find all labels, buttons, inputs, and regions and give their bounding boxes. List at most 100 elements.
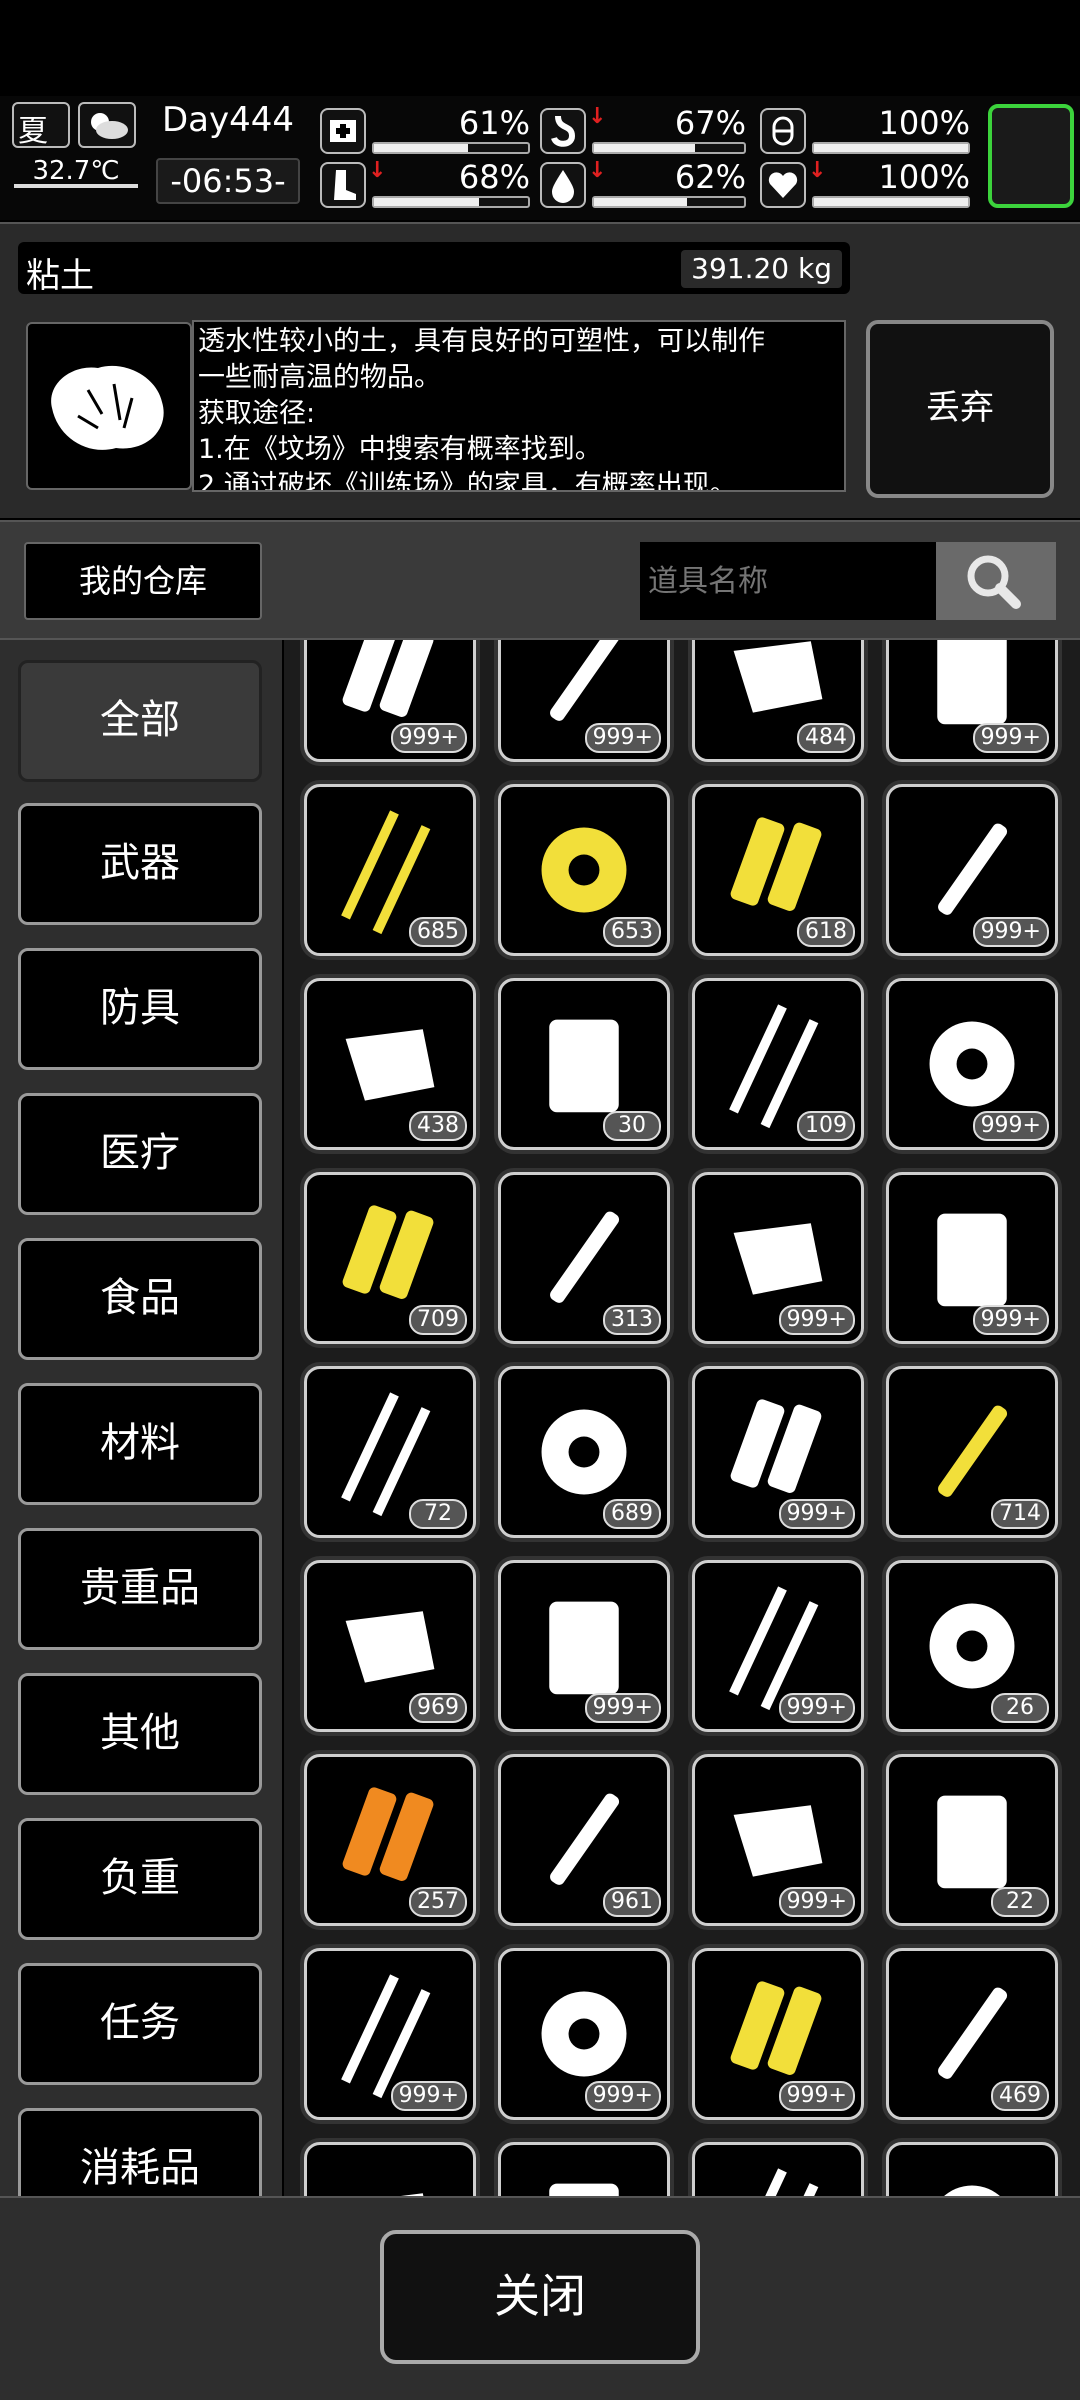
category-quests[interactable]: 任务 bbox=[18, 1963, 262, 2085]
category-carry[interactable]: 负重 bbox=[18, 1818, 262, 1940]
item-name: 粘土 bbox=[26, 256, 94, 296]
stat-stomach-fill bbox=[594, 144, 695, 152]
inventory-slot[interactable]: 999+ bbox=[304, 640, 476, 762]
inventory-slot[interactable]: 484 bbox=[692, 640, 864, 762]
category-weapons[interactable]: 武器 bbox=[18, 803, 262, 925]
decrease-arrow-icon: ↓ bbox=[368, 158, 387, 183]
inventory-slot[interactable]: 709 bbox=[304, 1172, 476, 1344]
item-count-badge: 999+ bbox=[584, 2081, 661, 2111]
inventory-slot[interactable]: 685 bbox=[304, 784, 476, 956]
category-other[interactable]: 其他 bbox=[18, 1673, 262, 1795]
inventory-slot[interactable]: 689 bbox=[498, 1366, 670, 1538]
item-count-badge: 969 bbox=[409, 1693, 467, 1723]
equipped-slot[interactable] bbox=[988, 104, 1074, 208]
inventory-slot[interactable]: 714 bbox=[886, 1366, 1058, 1538]
item-count-badge: 999+ bbox=[778, 1499, 855, 1529]
inventory-slot[interactable]: 999+ bbox=[886, 1172, 1058, 1344]
category-all[interactable]: 全部 bbox=[18, 660, 262, 782]
my-warehouse-button[interactable]: 我的仓库 bbox=[24, 542, 262, 620]
status-hud: 夏 32.7℃ Day444 -06:53- 61% ↓ 67% 100% ↓ … bbox=[0, 96, 1080, 220]
inventory-slot[interactable]: 999+ bbox=[886, 640, 1058, 762]
category-food[interactable]: 食品 bbox=[18, 1238, 262, 1360]
stat-sleep: 100% bbox=[760, 104, 974, 154]
inventory-slot[interactable]: 969 bbox=[304, 1560, 476, 1732]
stomach-icon bbox=[540, 108, 586, 154]
stat-thirst: ↓ 62% bbox=[540, 158, 750, 208]
weather-icon bbox=[78, 102, 136, 148]
close-button[interactable]: 关闭 bbox=[380, 2230, 700, 2364]
inventory-slot[interactable]: 999+ bbox=[692, 1948, 864, 2120]
item-grid[interactable]: 999+ 999+ 484 999+ 685 653 618 999+ 438 30 109 999+… bbox=[284, 640, 1080, 2196]
item-count-badge: 999+ bbox=[584, 1693, 661, 1723]
inventory-slot[interactable]: 72 bbox=[304, 1366, 476, 1538]
category-medical[interactable]: 医疗 bbox=[18, 1093, 262, 1215]
item-count-badge: 999+ bbox=[778, 1887, 855, 1917]
search-button[interactable] bbox=[936, 542, 1056, 620]
item-count-badge: 999+ bbox=[390, 723, 467, 753]
stat-medkit: 61% bbox=[320, 104, 534, 154]
inventory-slot[interactable]: 999+ bbox=[886, 784, 1058, 956]
inventory-slot[interactable]: 999+ bbox=[498, 640, 670, 762]
inventory-slot[interactable]: 30 bbox=[498, 978, 670, 1150]
inventory-slot[interactable]: 22 bbox=[886, 1754, 1058, 1926]
inventory-slot[interactable]: 618 bbox=[692, 784, 864, 956]
item-count-badge: 313 bbox=[603, 1305, 661, 1335]
category-sidebar[interactable]: 全部 武器 防具 医疗 食品 材料 贵重品 其他 负重 任务 消耗品 bbox=[0, 640, 282, 2196]
inventory-slot[interactable] bbox=[692, 2142, 864, 2196]
item-count-badge: 961 bbox=[603, 1887, 661, 1917]
inventory-slot[interactable]: 313 bbox=[498, 1172, 670, 1344]
item-description: 透水性较小的土，具有良好的可塑性，可以制作 一些耐高温的物品。 获取途径: 1.… bbox=[192, 320, 846, 492]
stat-medkit-fill bbox=[374, 144, 468, 152]
category-armor[interactable]: 防具 bbox=[18, 948, 262, 1070]
stat-thirst-fill bbox=[594, 198, 687, 206]
item-count-badge: 999+ bbox=[584, 723, 661, 753]
item-detail-panel: 粘土 391.20 kg 透水性较小的土，具有良好的可塑性，可以制作 一些耐高温… bbox=[0, 222, 1080, 518]
item-count-badge: 438 bbox=[409, 1111, 467, 1141]
discard-button[interactable]: 丢弃 bbox=[866, 320, 1054, 498]
boot-icon bbox=[320, 162, 366, 208]
stat-stamina: ↓ 68% bbox=[320, 158, 534, 208]
item-count-badge: 999+ bbox=[390, 2081, 467, 2111]
inventory-slot[interactable]: 653 bbox=[498, 784, 670, 956]
inventory-slot[interactable] bbox=[304, 2142, 476, 2196]
category-consumables[interactable]: 消耗品 bbox=[18, 2108, 262, 2196]
inventory-slot[interactable]: 438 bbox=[304, 978, 476, 1150]
search-icon bbox=[967, 555, 1021, 609]
category-materials[interactable]: 材料 bbox=[18, 1383, 262, 1505]
stat-stamina-fill bbox=[374, 198, 479, 206]
inventory-slot[interactable]: 999+ bbox=[886, 978, 1058, 1150]
stat-stomach: ↓ 67% bbox=[540, 104, 750, 154]
inventory-slot[interactable]: 999+ bbox=[692, 1560, 864, 1732]
inventory-slot[interactable] bbox=[498, 2142, 670, 2196]
heart-icon bbox=[760, 162, 806, 208]
decrease-arrow-icon: ↓ bbox=[588, 158, 607, 183]
inventory-slot[interactable]: 257 bbox=[304, 1754, 476, 1926]
inventory-slot[interactable]: 999+ bbox=[692, 1754, 864, 1926]
stat-sleep-fill bbox=[814, 144, 968, 152]
game-clock: -06:53- bbox=[156, 158, 300, 204]
pill-icon bbox=[760, 108, 806, 154]
inventory-slot[interactable]: 961 bbox=[498, 1754, 670, 1926]
inventory-slot[interactable]: 999+ bbox=[498, 1948, 670, 2120]
season-badge: 夏 bbox=[12, 102, 70, 149]
category-valuables[interactable]: 贵重品 bbox=[18, 1528, 262, 1650]
item-search-input[interactable] bbox=[640, 542, 936, 620]
inventory-slot[interactable]: 999+ bbox=[692, 1366, 864, 1538]
item-count-badge: 109 bbox=[797, 1111, 855, 1141]
item-count-badge: 257 bbox=[409, 1887, 467, 1917]
item-count-badge: 999+ bbox=[972, 917, 1049, 947]
item-count-badge: 999+ bbox=[778, 1305, 855, 1335]
warehouse-toolbar: 我的仓库 bbox=[0, 520, 1080, 640]
item-count-badge: 999+ bbox=[778, 1693, 855, 1723]
inventory-slot[interactable]: 999+ bbox=[692, 1172, 864, 1344]
item-count-badge: 999+ bbox=[972, 1111, 1049, 1141]
inventory-slot[interactable]: 999+ bbox=[498, 1560, 670, 1732]
inventory-slot[interactable]: 109 bbox=[692, 978, 864, 1150]
inventory-slot[interactable] bbox=[886, 2142, 1058, 2196]
item-count-badge: 999+ bbox=[972, 1305, 1049, 1335]
inventory-slot[interactable]: 26 bbox=[886, 1560, 1058, 1732]
inventory-slot[interactable]: 469 bbox=[886, 1948, 1058, 2120]
item-name-bar: 粘土 391.20 kg bbox=[18, 242, 850, 296]
inventory-slot[interactable]: 999+ bbox=[304, 1948, 476, 2120]
item-count-badge: 689 bbox=[603, 1499, 661, 1529]
